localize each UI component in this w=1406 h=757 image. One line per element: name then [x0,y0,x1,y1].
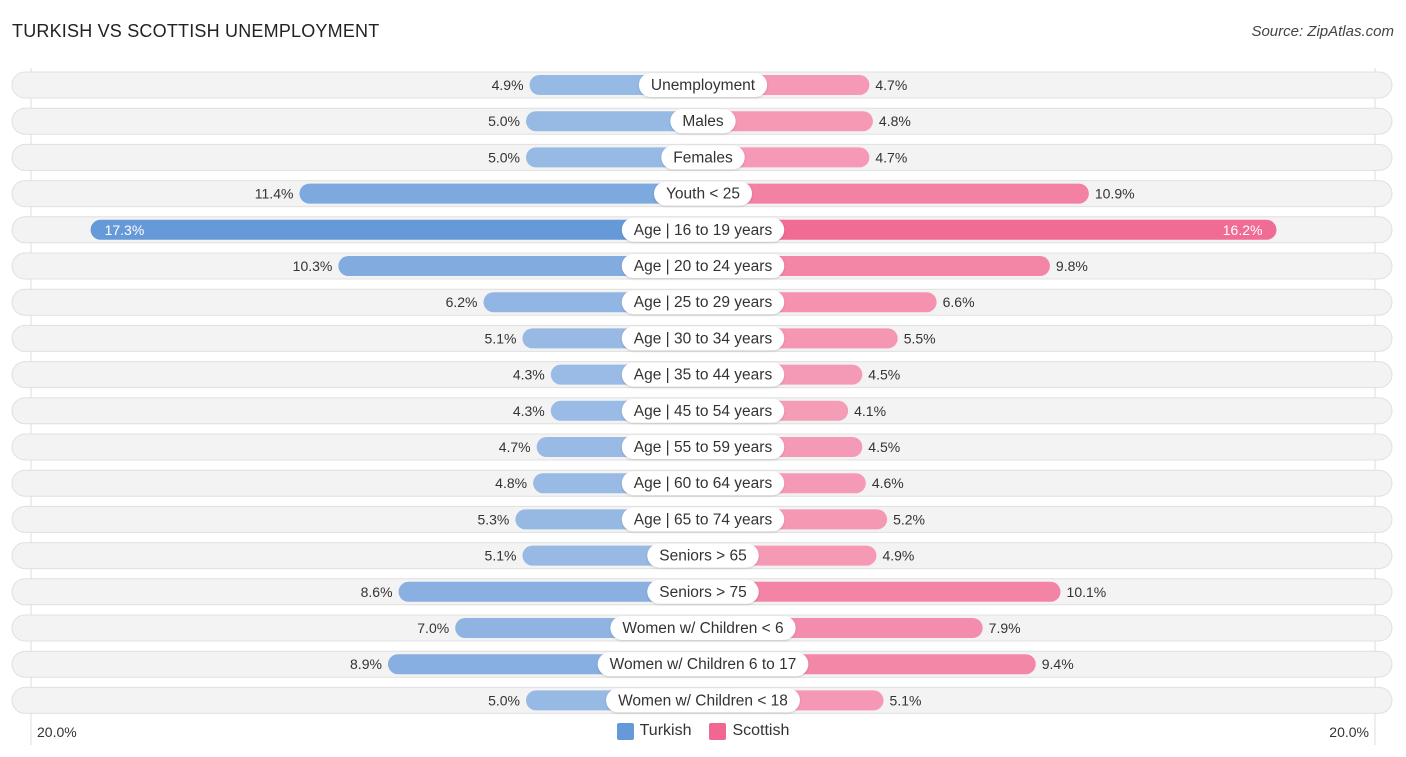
value-label-turkish: 6.2% [446,294,478,310]
value-label-scottish: 4.5% [868,367,900,383]
category-label: Age | 20 to 24 years [634,258,773,275]
value-label-turkish: 5.1% [485,330,517,346]
value-label-scottish: 4.6% [872,475,904,491]
value-label-scottish: 10.1% [1067,584,1107,600]
category-label: Age | 65 to 74 years [634,511,773,528]
value-label-scottish: 5.5% [904,330,936,346]
value-label-turkish: 5.3% [477,511,509,527]
value-label-turkish: 7.0% [417,620,449,636]
legend-label-scottish: Scottish [732,722,790,739]
category-label: Women w/ Children < 18 [618,692,788,709]
value-label-turkish: 4.3% [513,367,545,383]
legend: Turkish Scottish [0,722,1406,740]
bar-turkish [90,219,713,240]
value-label-turkish: 4.3% [513,403,545,419]
value-label-turkish: 8.9% [350,656,382,672]
legend-item-scottish[interactable]: Scottish [709,722,789,740]
value-label-turkish: 11.4% [255,186,294,202]
value-label-scottish: 4.8% [879,113,911,129]
value-label-scottish: 7.9% [989,620,1021,636]
value-label-turkish: 5.0% [488,113,520,129]
value-label-turkish: 5.0% [488,149,520,165]
category-label: Age | 60 to 64 years [634,475,773,492]
category-label: Age | 16 to 19 years [634,222,773,239]
value-label-turkish: 4.9% [492,77,524,93]
category-label: Women w/ Children 6 to 17 [610,656,797,673]
value-label-turkish: 5.1% [485,548,517,564]
category-label: Males [682,113,724,130]
value-label-scottish: 4.5% [868,439,900,455]
value-label-scottish: 6.6% [943,294,975,310]
value-label-scottish: 16.2% [1223,222,1263,238]
category-label: Age | 35 to 44 years [634,367,773,384]
value-label-scottish: 4.1% [854,403,886,419]
legend-swatch-turkish [616,722,634,740]
category-label: Age | 55 to 59 years [634,439,773,456]
category-label: Seniors > 65 [659,548,746,565]
category-label: Youth < 25 [666,186,740,203]
category-label: Age | 30 to 34 years [634,330,773,347]
bar-scottish [693,183,1089,204]
legend-item-turkish[interactable]: Turkish [616,722,692,740]
value-label-turkish: 5.0% [488,692,520,708]
value-label-turkish: 4.7% [499,439,531,455]
category-label: Age | 45 to 54 years [634,403,773,420]
chart-canvas: 4.9% 4.7% Unemployment 5.0% 4.8% Males 5.0% 4.7… [11,68,1393,745]
category-label: Age | 25 to 29 years [634,294,773,311]
value-label-turkish: 17.3% [105,222,145,238]
legend-swatch-scottish [709,722,727,740]
category-label: Seniors > 75 [659,584,746,601]
category-label: Females [673,149,733,166]
value-label-scottish: 4.7% [875,77,907,93]
value-label-scottish: 5.2% [893,511,925,527]
value-label-turkish: 10.3% [293,258,333,274]
value-label-scottish: 9.4% [1042,656,1074,672]
category-label: Unemployment [651,77,756,94]
value-label-scottish: 9.8% [1056,258,1088,274]
value-label-turkish: 8.6% [361,584,393,600]
category-label: Women w/ Children < 6 [622,620,783,637]
value-label-scottish: 5.1% [890,692,922,708]
bar-turkish [299,183,713,204]
value-label-scottish: 4.9% [882,548,914,564]
value-label-turkish: 4.8% [495,475,527,491]
value-label-scottish: 10.9% [1095,186,1135,202]
value-label-scottish: 4.7% [875,149,907,165]
legend-label-turkish: Turkish [639,722,692,739]
